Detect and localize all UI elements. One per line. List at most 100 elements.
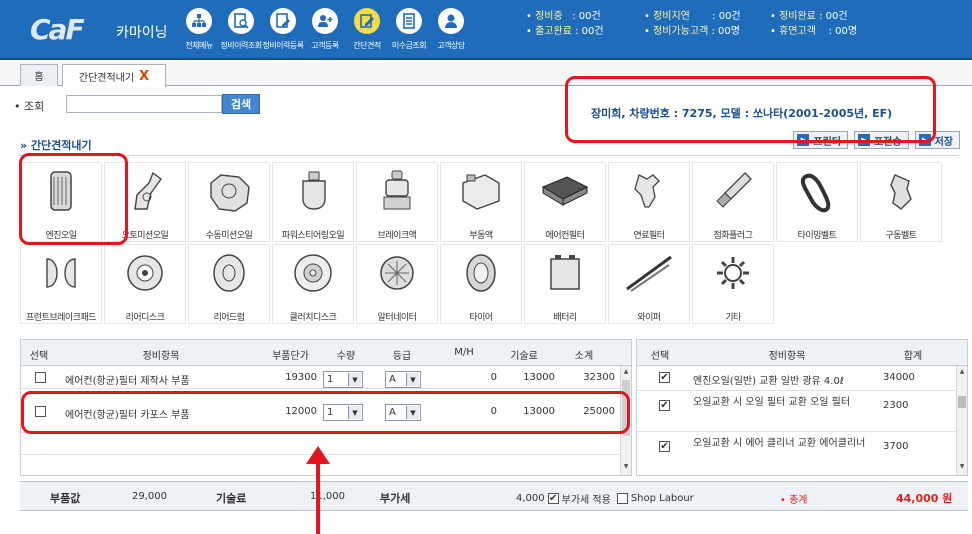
part-alternator[interactable]: 알터네이터 [356,244,438,324]
consult-icon [438,8,464,34]
status-available-value: : 00명 [711,26,740,37]
menu-all[interactable]: 전체메뉴 [178,6,220,56]
part-label: 에어컨필터 [545,231,585,241]
brake-drum-icon [202,251,256,295]
tab-home[interactable]: 홈 [20,64,58,86]
menu-customer-register[interactable]: 고객등록 [304,6,346,56]
vat-apply-label: 부가세 적용 [561,495,611,506]
checkbox[interactable]: ✔ [659,441,670,452]
status-col-1: • 정비중 : 00건 • 출고완료 : 00건 [526,11,604,37]
scroll-thumb[interactable] [958,396,966,408]
parts-total-label: 부품값 [50,492,81,505]
search-button[interactable]: 검색 [222,94,260,114]
vat-options: 4,000 ✔ 부가세 적용 Shop Labour [516,491,694,506]
menu-history-register[interactable]: 정비이력등록 [262,6,304,56]
menu-history-search[interactable]: 정비이력조회 [220,6,262,56]
section-title: » 간단견적내기 [20,139,92,152]
shop-labour-label: Shop Labour [630,493,694,504]
part-front-brake-pad[interactable]: 프런트브레이크패드 [20,244,102,324]
menu-receivables-label: 미수금조회 [391,41,427,50]
part-label: 리어디스크 [125,313,165,323]
part-spark-plug[interactable]: 점화플러그 [692,162,774,242]
app-logo: CaF 카마이닝 [22,12,172,48]
col-sum: 합계 [903,351,923,362]
parts-total-value: 29,000 [132,491,167,502]
document-search-icon [228,8,254,34]
status-released-value: : 00건 [575,26,604,37]
labor-total-label: 기술료 [216,492,247,505]
part-aircon-filter[interactable]: 에어컨필터 [524,162,606,242]
part-power-steering-oil[interactable]: 파워스티어링오일 [272,162,354,242]
row-divider [637,431,957,432]
shop-labour-checkbox[interactable] [616,493,628,504]
menu-receivables[interactable]: 미수금조회 [388,6,430,56]
close-icon[interactable]: X [139,69,149,84]
scroll-down-icon[interactable]: ▼ [957,463,967,473]
status-col-2: • 정비지연 : 00건 • 정비가능고객 : 00명 [644,11,741,37]
totals-bar: 부품값 29,000 기술료 11,000 부가세 4,000 ✔ 부가세 적용… [20,481,968,511]
table-row-1-subtotal: 32300 [583,372,615,383]
fuel-filter-icon [622,169,676,213]
brake-pad-icon [34,251,88,295]
part-clutch-disc[interactable]: 클러치디스크 [272,244,354,324]
arrow-up-icon [306,446,330,464]
brake-disc-icon [118,251,172,295]
part-brake-fluid[interactable]: 브레이크액 [356,162,438,242]
status-available-label: 정비가능고객 [653,26,709,37]
search-label: • 조회 [14,100,45,113]
wiper-icon [622,251,676,295]
checkbox[interactable]: ✔ [659,400,670,411]
part-fuel-filter[interactable]: 연료필터 [608,162,690,242]
table-row-3-checkbox[interactable]: ✔ [659,441,670,452]
menu-quick-estimate[interactable]: 간단견적 [346,6,388,56]
annotation-arrow [316,461,320,534]
part-rear-drum[interactable]: 리어드럼 [188,244,270,324]
col-mh: M/H [454,347,474,358]
scroll-up-icon[interactable]: ▲ [621,368,631,378]
part-etc[interactable]: 기타 [692,244,774,324]
menu-history-register-label: 정비이력등록 [262,41,304,50]
table-row-1-qty-select[interactable]: 1 ▼ [323,371,363,388]
status-delayed-value: : 00건 [712,11,741,22]
part-timing-belt[interactable]: 타이밍벨트 [776,162,858,242]
part-drive-belt[interactable]: 구동벨트 [860,162,942,242]
table-row-2-item: 오일교환 시 오일 필터 교환 오일 필터 [693,397,851,408]
qty-value: 1 [327,374,334,385]
part-coolant[interactable]: 부동액 [440,162,522,242]
menu-consult[interactable]: 고객상담 [430,6,472,56]
part-label: 클러치디스크 [289,313,337,323]
vat-apply-checkbox[interactable]: ✔ [547,493,559,504]
part-battery[interactable]: 배터리 [524,244,606,324]
highlight-customer-info [565,76,936,143]
tab-home-label: 홈 [34,72,44,83]
tire-icon [454,251,508,295]
col-subtotal: 소계 [574,351,594,362]
col-item: 정비항목 [142,351,180,362]
part-rear-disc[interactable]: 리어디스크 [104,244,186,324]
part-wiper[interactable]: 와이퍼 [608,244,690,324]
search-input[interactable] [66,95,222,113]
table-scrollbar[interactable]: ▲ ▼ [956,366,967,475]
air-filter-icon [538,169,592,213]
table-row-1-grade-select[interactable]: A ▼ [385,371,421,388]
tab-quick-estimate[interactable]: 간단견적내기 X [62,64,166,87]
col-qty: 수량 [336,351,356,362]
brake-fluid-icon [370,169,424,213]
table-row-1-checkbox[interactable]: ✔ [659,372,670,383]
scroll-down-icon[interactable]: ▼ [621,463,631,473]
table-row-1-checkbox[interactable] [35,372,46,383]
part-tire[interactable]: 타이어 [440,244,522,324]
checkbox[interactable]: ✔ [659,372,670,383]
part-label: 알터네이터 [377,313,417,323]
part-label: 리어드럼 [213,313,245,323]
part-label: 와이퍼 [637,313,661,323]
table-row-2-checkbox[interactable]: ✔ [659,400,670,411]
checkbox[interactable] [35,372,46,383]
part-label: 배터리 [553,313,577,323]
scroll-up-icon[interactable]: ▲ [957,368,967,378]
part-label: 연료필터 [633,231,665,241]
col-item: 정비항목 [768,351,806,362]
brand-mark: CaF [30,13,85,46]
part-manual-transmission-oil[interactable]: 수동미션오일 [188,162,270,242]
status-dormant-label: 휴면고객 [779,26,816,37]
